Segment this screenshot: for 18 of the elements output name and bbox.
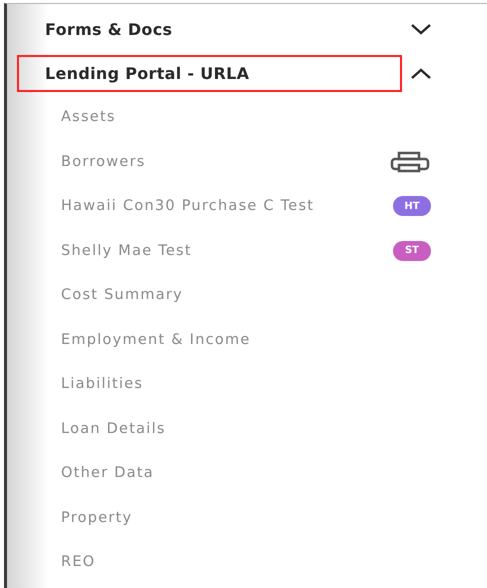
menu-item[interactable]: Liabilities xyxy=(61,376,144,392)
menu-item[interactable]: Employment & Income xyxy=(61,332,251,348)
printer-icon[interactable] xyxy=(389,150,431,173)
menu-item[interactable]: Other Data xyxy=(61,465,154,482)
menu-item[interactable]: Assets xyxy=(61,109,116,126)
menu-item[interactable]: Borrowers xyxy=(61,154,146,170)
menu-item[interactable]: Shelly Mae Test xyxy=(61,242,192,259)
section-title[interactable]: Forms & Docs xyxy=(17,10,402,48)
chevron-down-icon[interactable] xyxy=(410,22,432,36)
menu-item[interactable]: REO xyxy=(61,554,96,570)
menu-item[interactable]: Loan Details xyxy=(61,420,166,437)
chevron-up-icon[interactable] xyxy=(410,66,432,80)
initials-avatar: HT xyxy=(393,196,431,216)
menu-item[interactable]: Hawaii Con30 Purchase C Test xyxy=(61,198,314,214)
menu-item[interactable]: Property xyxy=(61,510,132,526)
menu-item[interactable]: Cost Summary xyxy=(61,287,183,304)
section-title[interactable]: Lending Portal - URLA xyxy=(17,54,402,92)
initials-avatar: ST xyxy=(393,240,431,261)
